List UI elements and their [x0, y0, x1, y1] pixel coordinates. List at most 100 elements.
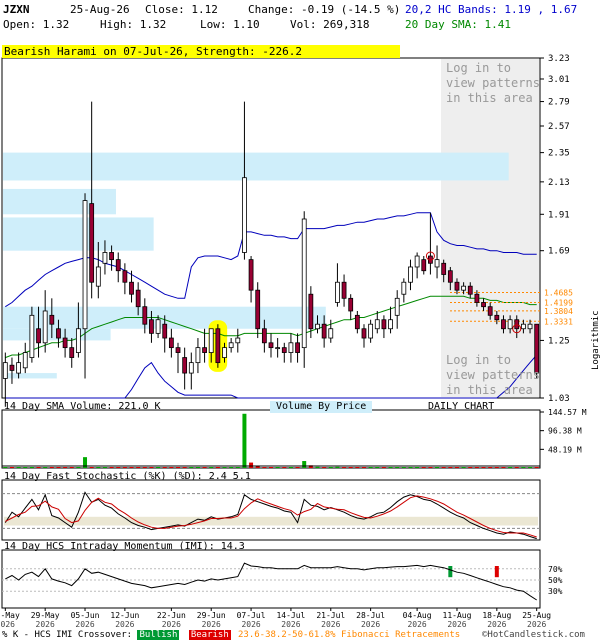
volume-by-price-bar	[3, 217, 154, 251]
x-tick-label: 11-Aug	[443, 611, 472, 620]
x-tick-year: 2026	[361, 620, 380, 629]
y-axis-label: Logarithmic	[591, 310, 600, 370]
volume-bar	[182, 467, 187, 468]
bearish-candle	[142, 306, 148, 325]
volume-bar	[23, 467, 28, 468]
volume-bar	[375, 467, 380, 468]
imi-plot-area	[1, 549, 541, 609]
volume-bar	[235, 467, 240, 468]
volume-bar	[222, 467, 227, 468]
x-tick-label: 04-Aug	[403, 611, 432, 620]
volume-bar	[441, 467, 446, 468]
fib-label: 1.3331	[544, 317, 573, 326]
locked-text-line: view patterns	[446, 368, 540, 382]
volume-bar	[102, 467, 107, 468]
x-tick-label: 21-Jul	[316, 611, 345, 620]
bearish-crossover-mark	[494, 566, 499, 578]
volume-bar	[195, 467, 200, 468]
site-credit[interactable]: ©HotCandlestick.com	[482, 630, 585, 640]
volume-bar	[454, 467, 459, 468]
bullish-candle	[394, 297, 400, 316]
bearish-candle	[149, 319, 154, 334]
bearish-candle	[481, 302, 486, 308]
bullish-candle	[374, 319, 380, 330]
bearish-candle	[308, 293, 314, 330]
bearish-candle	[348, 297, 354, 312]
x-tick-year: 2026	[0, 620, 15, 629]
locked-notice-bottom[interactable]: Log in to view patterns in this area	[446, 353, 541, 398]
stochastic-band-shade	[4, 516, 538, 526]
volume-by-price-bar	[3, 188, 116, 215]
bearish-badge: Bearish	[188, 630, 231, 640]
pattern-banner: Bearish Harami on 07-Jul-26, Strength: -…	[2, 45, 400, 58]
locked-notice-top[interactable]: Log in to view patterns in this area	[446, 61, 541, 106]
crossover-legend: % K - HCS IMI Crossover: Bullish Bearish	[2, 630, 231, 640]
volume-bar	[302, 461, 307, 468]
bearish-candle	[421, 259, 427, 272]
volume-bar	[295, 467, 300, 468]
bearish-candle	[135, 289, 141, 308]
fib-label: 1.4685	[544, 288, 573, 297]
x-tick-year: 2026	[487, 620, 506, 629]
x-tick-year: 2026	[75, 620, 94, 629]
volume-bar	[435, 467, 440, 468]
bullish-candle	[155, 319, 161, 334]
bullish-candle	[275, 347, 281, 350]
bearish-candle	[341, 281, 347, 299]
bullish-candle	[102, 252, 108, 264]
volume-bar	[76, 467, 81, 468]
y-tick-label: 2.79	[548, 98, 570, 108]
bullish-candle	[368, 323, 374, 339]
bearish-candle	[248, 259, 254, 291]
volume-bar	[215, 467, 220, 468]
bearish-candle	[514, 319, 520, 330]
volume-bar	[401, 467, 406, 468]
x-tick-year: 2026	[447, 620, 466, 629]
stochastic-plot-area	[1, 479, 541, 541]
volume-bar	[109, 467, 114, 468]
stochastic-title: 14 Day Fast Stochastic (%K) (%D): 2.4 5.…	[4, 471, 251, 482]
imi-panel: 70%50%30%22-May202629-May202605-Jun20261…	[0, 549, 563, 629]
volume-bar	[56, 467, 61, 468]
bullish-candle	[388, 319, 393, 330]
bullish-candle	[507, 319, 513, 330]
y-tick-label: 3.01	[548, 75, 570, 85]
bearish-candle	[202, 347, 207, 353]
bullish-candle	[82, 200, 88, 330]
volume-bar	[36, 467, 41, 468]
x-tick-label: 25-Aug	[522, 611, 551, 620]
volume-bar	[342, 467, 347, 468]
volume-bar	[521, 467, 526, 468]
stochastic-panel	[1, 479, 541, 541]
volume-bar	[315, 466, 320, 468]
fib-label: 1.3804	[544, 307, 573, 316]
bearish-candle	[36, 328, 41, 344]
bearish-candle	[261, 328, 267, 344]
volume-bar	[368, 467, 373, 468]
bearish-candle	[215, 328, 221, 364]
bearish-candle	[62, 337, 68, 349]
bullish-candle	[222, 347, 227, 358]
volume-bar	[514, 467, 519, 468]
bearish-candle	[168, 337, 174, 349]
y-tick-label: 2.57	[548, 122, 570, 132]
bearish-candle	[467, 285, 473, 295]
x-tick-year: 2026	[115, 620, 134, 629]
x-tick-label: 22-May	[0, 611, 20, 620]
bearish-candle	[321, 323, 327, 339]
volume-panel: 144.57 M 96.38 M 48.19 M	[1, 408, 587, 469]
bearish-candle	[49, 314, 55, 325]
x-tick-label: 12-Jun	[110, 611, 139, 620]
volume-bar	[129, 467, 134, 468]
bullish-candle	[434, 259, 440, 268]
volume-bar	[328, 467, 333, 468]
volume-bar	[461, 467, 466, 468]
bullish-candle	[401, 281, 407, 295]
volume-bar	[275, 467, 280, 468]
volume-bar	[448, 467, 453, 468]
volume-bar	[89, 467, 94, 468]
bearish-candle	[175, 347, 181, 353]
volume-bar	[381, 467, 386, 468]
volume-bar	[269, 467, 273, 468]
bullish-candle	[521, 323, 526, 330]
